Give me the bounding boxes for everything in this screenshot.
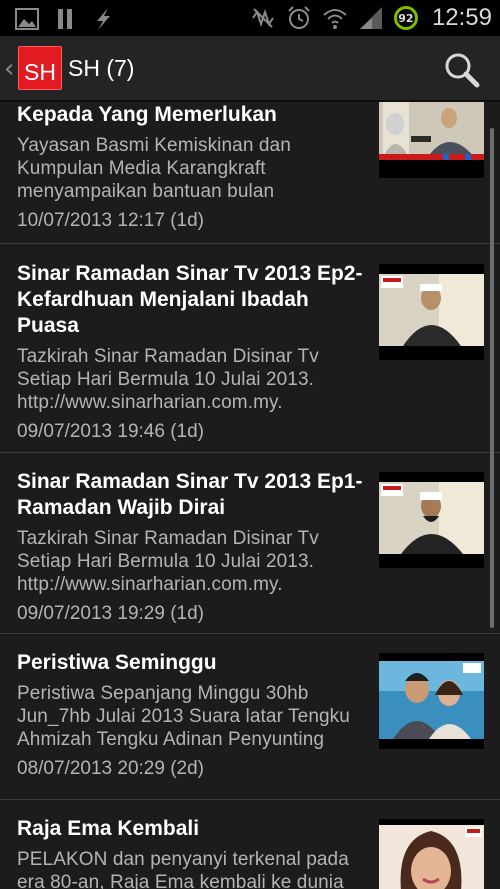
article-date: 09/07/2013 19:29 (1d) (17, 603, 204, 624)
article-thumbnail (379, 102, 484, 178)
list-item[interactable]: Sinar Ramadan Sinar Tv 2013 Ep2-Kefardhu… (0, 245, 500, 453)
article-list[interactable]: Kepada Yang Memerlukan Yayasan Basmi Kem… (0, 102, 500, 889)
article-thumbnail (379, 819, 484, 889)
wifi-icon (323, 9, 347, 29)
clock: 12:59 (431, 4, 492, 31)
article-description: Yayasan Basmi Kemiskinan dan Kumpulan Me… (17, 135, 291, 202)
battery-icon: 92 (393, 6, 418, 30)
app-logo[interactable]: SH (18, 46, 62, 90)
list-item[interactable]: Peristiwa Seminggu Peristiwa Sepanjang M… (0, 634, 500, 800)
article-title: Kepada Yang Memerlukan (17, 103, 277, 126)
list-item[interactable]: Sinar Ramadan Sinar Tv 2013 Ep1-Ramadan … (0, 453, 500, 634)
article-title: Sinar Ramadan Sinar Tv 2013 Ep1-Ramadan … (17, 470, 363, 519)
alarm-icon (288, 6, 310, 29)
mute-icon (252, 8, 274, 28)
article-title: Peristiwa Seminggu (17, 651, 217, 674)
list-item[interactable]: Raja Ema Kembali PELAKON dan penyanyi te… (0, 800, 500, 889)
article-date: 10/07/2013 12:17 (1d) (17, 210, 204, 231)
article-thumbnail (379, 472, 484, 568)
list-item[interactable]: Kepada Yang Memerlukan Yayasan Basmi Kem… (0, 102, 500, 244)
article-title: Sinar Ramadan Sinar Tv 2013 Ep2-Kefardhu… (17, 262, 363, 337)
screen-title: SH (7) (68, 55, 135, 81)
flash-icon (97, 8, 110, 30)
article-description: Peristiwa Sepanjang Minggu 30hb Jun_7hb … (17, 683, 350, 750)
article-thumbnail (379, 264, 484, 360)
article-date: 09/07/2013 19:46 (1d) (17, 421, 204, 442)
article-description: Tazkirah Sinar Ramadan Disinar Tv Setiap… (17, 528, 319, 595)
up-navigation-icon[interactable]: ‹ (4, 54, 14, 84)
article-date: 08/07/2013 20:29 (2d) (17, 758, 204, 779)
status-bar: 92 12:59 (0, 0, 500, 36)
search-icon[interactable] (442, 50, 482, 90)
pause-icon (58, 9, 72, 29)
signal-icon (359, 7, 382, 29)
action-bar: ‹ SH SH (7) (0, 36, 500, 102)
article-title: Raja Ema Kembali (17, 817, 200, 840)
image-icon (15, 8, 39, 30)
scrollbar[interactable] (490, 128, 494, 628)
article-description: Tazkirah Sinar Ramadan Disinar Tv Setiap… (17, 346, 319, 413)
article-thumbnail (379, 653, 484, 749)
article-description: PELAKON dan penyanyi terkenal pada era 8… (17, 849, 349, 889)
